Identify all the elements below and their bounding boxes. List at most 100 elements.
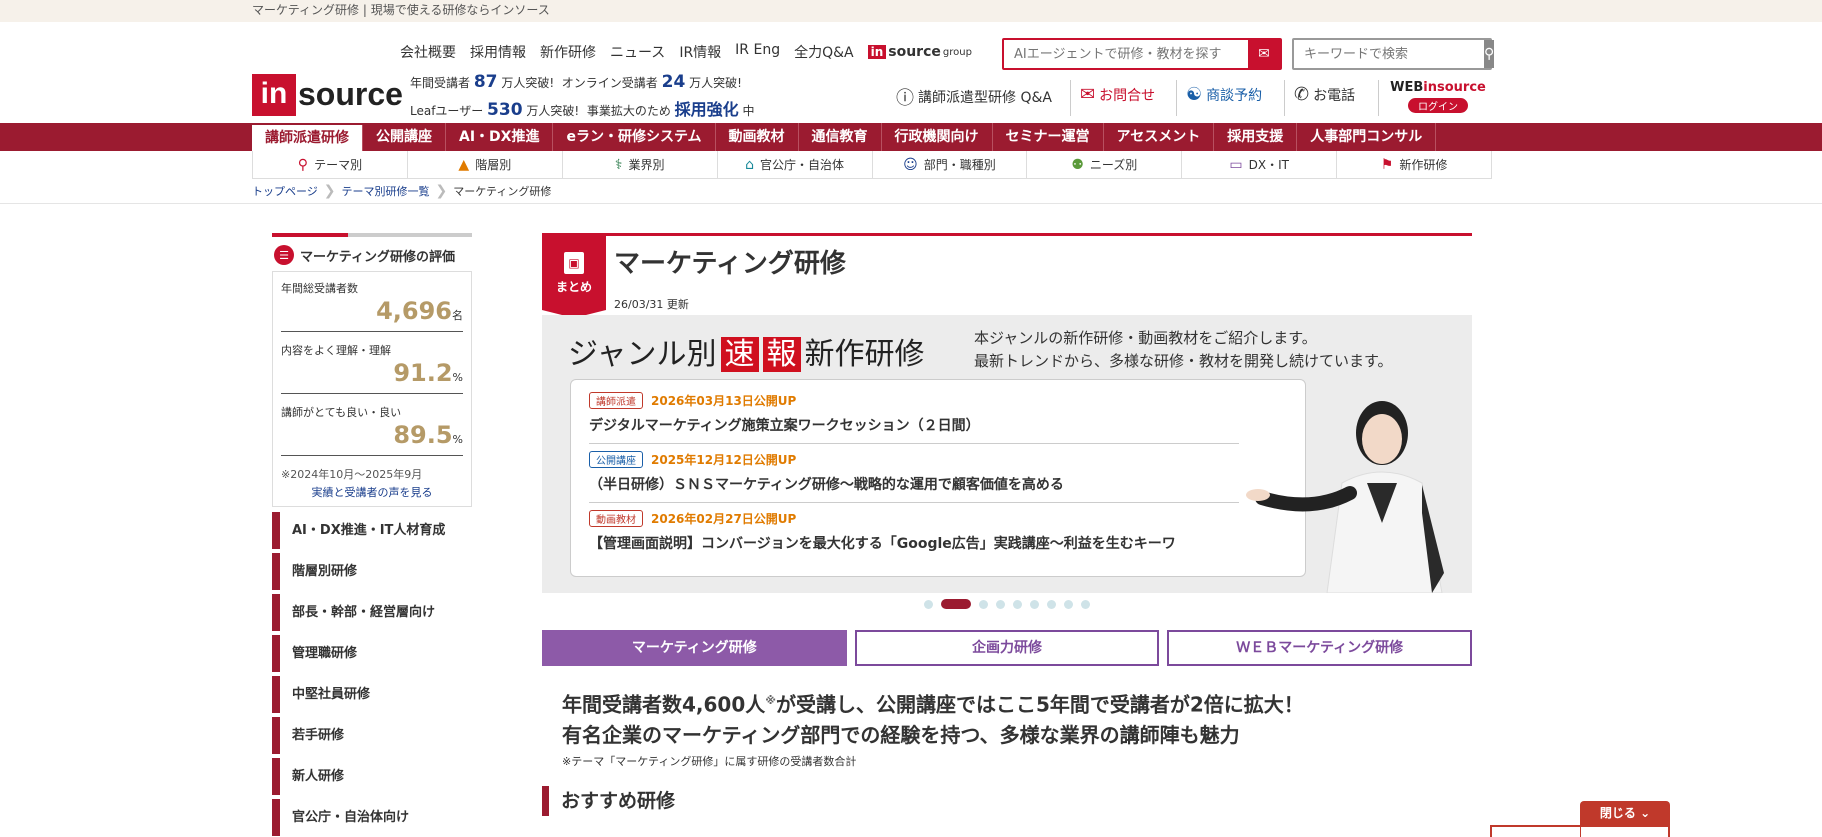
carousel-dot[interactable] [996,599,1005,609]
contact-link[interactable]: ✉ お問合せ [1080,84,1155,105]
news-title: （半日研修）ＳＮＳマーケティング研修～戦略的な運用で顧客価値を高める [589,477,1064,493]
banner-desc-line: 最新トレンドから、多様な研修・教材を開発し続けています。 [974,352,1393,370]
main-nav-item[interactable]: eラン・研修システム [553,123,716,151]
rating-number: 91.2 [393,359,453,387]
main-nav-item[interactable]: セミナー運営 [993,123,1104,151]
rating-row: 講師がとても良い・良い 89.5% [281,404,463,456]
ai-search-input[interactable] [1004,40,1248,68]
phone-icon: ✆ [1294,84,1310,105]
chat-icon[interactable]: ✉ [1248,40,1280,68]
stat-highlight: 採用強化 [674,100,739,119]
rating-label: 内容をよく理解・理解 [281,344,391,357]
stat-unit: 万人突破! [501,76,555,90]
tab-web-marketing[interactable]: ＷＥＢマーケティング研修 [1167,630,1473,666]
side-menu-item[interactable]: 若手研修 [272,717,472,754]
main-nav-item[interactable]: 行政機関向け [882,123,993,151]
sub-nav-item[interactable]: ▲ 階層別 [408,151,563,178]
carousel-dot[interactable] [1064,599,1073,609]
stat-label: Leafユーザー [410,104,484,118]
qa-label: 講師派遣型研修 Q&A [918,90,1052,106]
side-menu-item[interactable]: 中堅社員研修 [272,676,472,713]
login-button[interactable]: ログイン [1408,98,1468,113]
news-item[interactable]: 動画教材 2026年02月27日公開UP 【管理画面説明】コンバージョンを最大化す… [589,508,1239,561]
side-menu: AI・DX推進・IT人材育成 階層別研修部長・幹部・経営層向け 管理職研修中堅社員研… [272,512,472,837]
insource-logo[interactable]: in source [252,74,403,116]
rating-value: 89.5% [281,420,463,455]
tab-planning[interactable]: 企画力研修 [854,630,1160,666]
divider [1378,80,1379,116]
side-menu-item[interactable]: 官公庁・自治体向け [272,799,472,836]
rating-label: 年間総受講者数 [281,282,358,295]
sub-nav-label: 階層別 [475,158,512,172]
news-item[interactable]: 講師派遣 2026年03月13日公開UP デジタルマーケティング施策立案ワークセッ… [589,390,1239,444]
rating-unit: % [452,433,463,446]
main-nav-item[interactable]: 採用支援 [1214,123,1298,151]
carousel-dot[interactable] [1030,599,1039,609]
divider [0,203,1822,204]
web-prefix: WEB [1390,80,1424,95]
insource-group-logo[interactable]: in source group [867,42,972,62]
sub-nav-item[interactable]: ▭ DX・IT [1182,151,1338,178]
floating-panel [1490,825,1670,837]
site-tagline: マーケティング研修 | 現場で使える研修ならインソース [0,0,1822,22]
building-icon: ⌂ [745,156,754,173]
carousel-dot[interactable] [1081,599,1090,609]
recommend-heading: おすすめ研修 [542,786,675,816]
main-nav-item[interactable]: 通信教育 [799,123,882,151]
link-company[interactable]: 会社概要 [400,42,456,62]
carousel-dot[interactable] [924,599,933,609]
main-nav-item[interactable]: アセスメント [1104,123,1215,151]
link-ir[interactable]: IR情報 [679,42,721,62]
site-header: in source 会社概要 採用情報 新作研修 ニュース IR情報 IR En… [0,22,1822,122]
phone-link[interactable]: ✆ お電話 [1294,84,1355,105]
updated-date: 26/03/31 更新 [614,298,689,311]
carousel-dot-active[interactable] [941,599,971,609]
link-news[interactable]: ニュース [610,42,665,62]
side-menu-item[interactable]: 管理職研修 [272,635,472,672]
sub-nav-item[interactable]: ⚲ テーマ別 [252,151,408,178]
stats-line-2: Leafユーザー 530 万人突破! 事業拡大のため 採用強化 中 [410,96,755,120]
link-new-training[interactable]: 新作研修 [540,42,596,62]
carousel-dot[interactable] [1013,599,1022,609]
side-menu-item[interactable]: 部長・幹部・経営層向け [272,594,472,631]
side-menu-item[interactable]: 階層別研修 [272,553,472,590]
main-nav-item[interactable]: AI・DX推進 [446,123,554,151]
contact-label: お問合せ [1099,87,1156,104]
side-menu-item[interactable]: 新人研修 [272,758,472,795]
meeting-link[interactable]: ☯ 商談予約 [1186,84,1262,105]
carousel-dot[interactable] [979,599,988,609]
close-button[interactable]: 閉じる ⌄ [1580,801,1670,825]
carousel-dot[interactable] [1047,599,1056,609]
search-icon[interactable]: ⚲ [1484,40,1495,68]
divider [1284,80,1285,116]
main-nav-item[interactable]: 講師派遣研修 [252,125,363,151]
sub-nav-item[interactable]: ⚑ 新作研修 [1337,151,1492,178]
rating-more-link[interactable]: 実績と受講者の声を見る [281,484,463,500]
sub-nav-item[interactable]: ⚉ ニーズ別 [1027,151,1183,178]
link-ir-eng[interactable]: IR Eng [735,42,780,62]
rating-panel: ☰ マーケティング研修の評価 年間総受講者数 4,696名 内容をよく理解・理解… [272,233,472,507]
link-recruit[interactable]: 採用情報 [470,42,526,62]
keyword-search-input[interactable] [1294,40,1484,68]
chevron-right-icon: ❯ [435,183,448,199]
sub-nav-item[interactable]: ☺ 部門・職種別 [873,151,1028,178]
sub-nav-item[interactable]: ⌂ 官公庁・自治体 [718,151,873,178]
main-nav-item[interactable]: 動画教材 [716,123,799,151]
side-menu-item[interactable]: AI・DX推進・IT人材育成 [272,512,472,549]
new-training-banner[interactable]: ジャンル別速報新作研修 本ジャンルの新作研修・動画教材をご紹介します。 最新トレ… [542,315,1472,593]
rating-title-text: マーケティング研修の評価 [300,249,455,265]
banner-desc-line: 本ジャンルの新作研修・動画教材をご紹介します。 [974,329,1317,347]
breadcrumb-theme[interactable]: テーマ別研修一覧 [342,183,430,199]
qa-link[interactable]: ⓘ 講師派遣型研修 Q&A [896,84,1052,110]
breadcrumb-home[interactable]: トップページ [252,183,318,199]
link-qa[interactable]: 全力Q&A [794,42,854,62]
sub-nav-item[interactable]: ⚕ 業界別 [563,151,718,178]
web-insource-login[interactable]: WEBinsource ログイン [1386,80,1490,116]
main-nav-item[interactable]: 人事部門コンサル [1297,123,1437,151]
lead-line-2: 有名企業のマーケティング部門での経験を持つ、多様な業界の講師陣も魅力 [562,722,1240,747]
news-item[interactable]: 公開講座 2025年12月12日公開UP （半日研修）ＳＮＳマーケティング研修～戦… [589,449,1239,503]
news-badge: 講師派遣 [589,392,643,409]
tab-marketing[interactable]: マーケティング研修 [542,630,847,666]
main-nav-item[interactable]: 公開講座 [363,123,446,151]
group-logo-group: group [942,46,972,58]
